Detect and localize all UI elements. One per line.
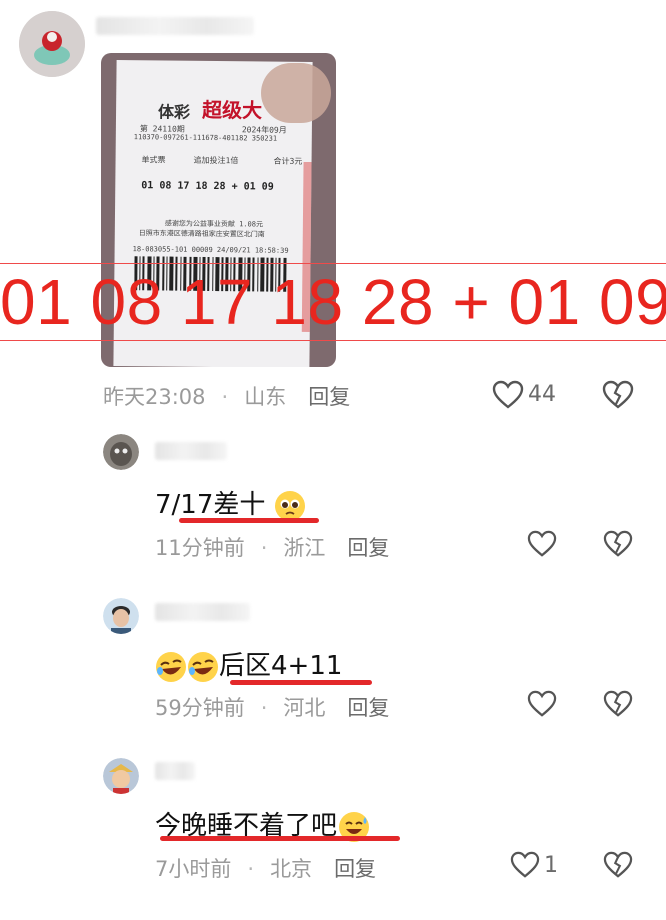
rofl-face-emoji-icon <box>156 651 186 682</box>
separator-dot: · <box>221 385 229 409</box>
comment-location: 山东 <box>244 385 287 409</box>
comment-time: 昨天23:08 <box>103 385 206 409</box>
reply-time: 59分钟前 <box>155 696 245 720</box>
separator-dot: · <box>247 857 255 881</box>
heart-icon[interactable] <box>510 851 540 879</box>
heart-icon[interactable] <box>527 690 557 718</box>
reply-avatar[interactable] <box>103 598 139 634</box>
highlight-underline <box>160 836 400 841</box>
reply-avatar[interactable] <box>103 758 139 794</box>
ticket-addon: 追加投注1倍 <box>193 155 239 166</box>
like-count: 44 <box>528 382 556 407</box>
avatar-image <box>103 434 139 470</box>
ticket-serial: 110370-097261-111678-401182 350231 <box>133 133 278 143</box>
separator-dot: · <box>260 696 268 720</box>
reply-avatar[interactable] <box>103 434 139 470</box>
avatar[interactable] <box>19 11 85 77</box>
comment-meta: 昨天23:08 · 山东 回复 <box>103 381 350 411</box>
broken-heart-icon[interactable] <box>603 690 633 718</box>
broken-heart-icon[interactable] <box>603 851 633 879</box>
ticket-address: 日照市东港区德清路祖家庄安置区北门南 <box>138 229 265 239</box>
thumb-finger <box>261 63 331 123</box>
reply-button[interactable]: 回复 <box>325 696 389 720</box>
reply-meta: 11分钟前 · 浙江 回复 <box>155 532 389 562</box>
pleading-face-emoji-icon <box>274 490 305 521</box>
reply-button[interactable]: 回复 <box>286 385 350 409</box>
username-blurred <box>96 17 254 35</box>
reply-meta: 59分钟前 · 河北 回复 <box>155 692 389 722</box>
like-count: 1 <box>544 853 558 878</box>
heart-icon[interactable] <box>527 530 557 558</box>
avatar-image <box>103 598 139 634</box>
ticket-brand-1: 体彩 <box>157 102 191 122</box>
reply-text-content: 后区4+11 <box>219 651 343 681</box>
reply-button[interactable]: 回复 <box>312 857 376 881</box>
username-blurred <box>155 762 195 780</box>
reply-time: 7小时前 <box>155 857 232 881</box>
reply-time: 11分钟前 <box>155 536 245 560</box>
username-blurred <box>155 603 250 621</box>
rofl-face-emoji-icon <box>188 651 218 682</box>
highlight-underline <box>179 518 319 523</box>
ticket-numbers: 01 08 17 18 28 + 01 09 <box>141 180 274 193</box>
reply-text: 7/17差十 <box>155 484 306 522</box>
separator-dot: · <box>260 536 268 560</box>
reply-text-content: 7/17差十 <box>155 490 266 520</box>
reply-location: 北京 <box>270 857 313 881</box>
reply-text: 后区4+11 <box>155 645 342 683</box>
ticket-footer: 18-083055-101 00009 24/09/21 18:58:39 <box>132 245 289 255</box>
broken-heart-icon[interactable] <box>602 380 634 410</box>
ticket-brand-2: 超级大 <box>201 97 263 123</box>
avatar-image <box>19 11 85 77</box>
heart-icon[interactable] <box>492 380 524 410</box>
ticket-total: 合计3元 <box>273 156 303 166</box>
reply-location: 浙江 <box>283 536 326 560</box>
username-blurred <box>155 442 227 460</box>
highlight-underline <box>230 680 372 685</box>
ticket-type: 单式票 <box>141 155 166 165</box>
broken-heart-icon[interactable] <box>603 530 633 558</box>
reply-location: 河北 <box>283 696 326 720</box>
reply-meta: 7小时前 · 北京 回复 <box>155 853 376 883</box>
avatar-image <box>103 758 139 794</box>
overlay-numbers: 01 08 17 18 28 + 01 09 <box>0 266 666 338</box>
reply-button[interactable]: 回复 <box>325 536 389 560</box>
